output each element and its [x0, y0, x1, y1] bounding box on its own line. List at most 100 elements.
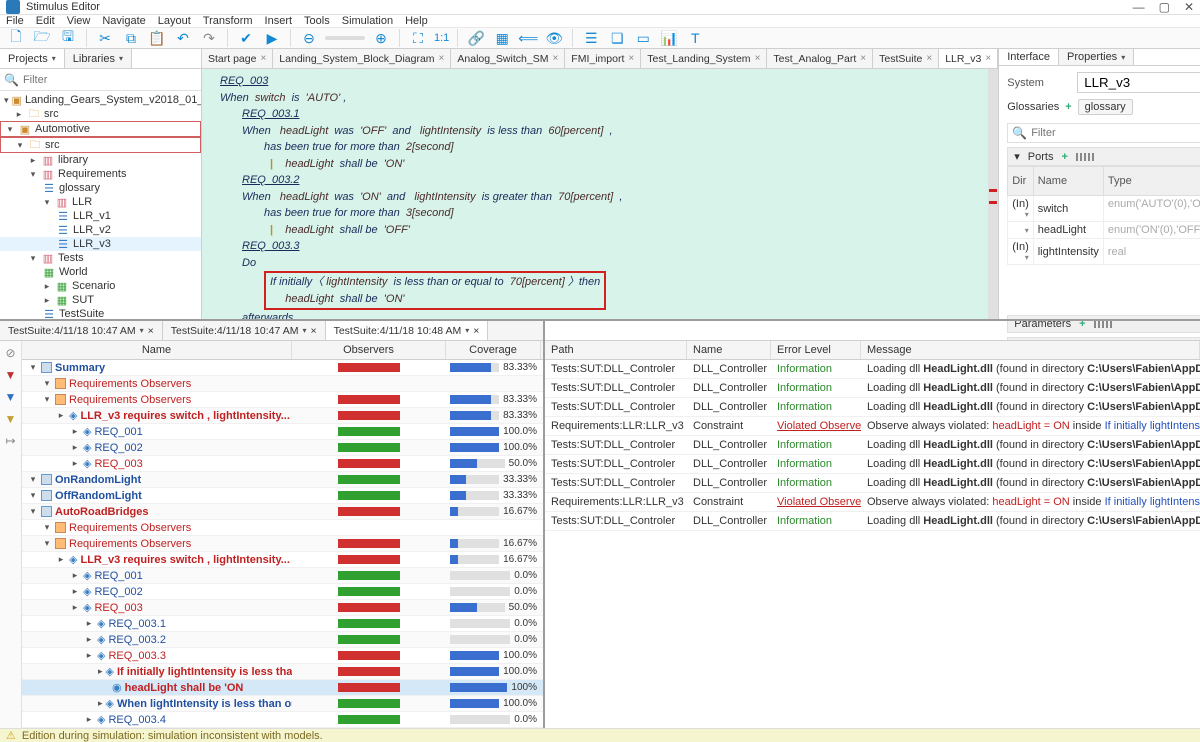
menu-insert[interactable]: Insert [265, 15, 293, 27]
results-tab-2[interactable]: TestSuite:4/11/18 10:47 AM▾× [163, 321, 326, 340]
menu-simulation[interactable]: Simulation [342, 15, 393, 27]
results-row[interactable]: ▸◈REQ_0020.0% [22, 584, 543, 600]
redo-icon[interactable]: ↷ [199, 28, 219, 48]
results-tab-3[interactable]: TestSuite:4/11/18 10:48 AM▾× [326, 321, 489, 340]
error-marker[interactable] [989, 189, 997, 192]
message-row[interactable]: Tests:SUT:DLL_ControlerDLL_ControllerInf… [545, 455, 1200, 474]
results-row[interactable]: ▸◈REQ_003.3100.0% [22, 648, 543, 664]
tree-library[interactable]: ▸▥library [0, 153, 201, 167]
ports-row[interactable]: (In)▾lightIntensityreal▾adimensional▾rea… [1008, 239, 1200, 265]
tree-llr-v2[interactable]: ☰LLR_v2 [0, 223, 201, 237]
results-row[interactable]: ▸◈LLR_v3 requires switch , lightIntensit… [22, 408, 543, 424]
results-row[interactable]: ▸◈When lightIntensity is less than or eq… [22, 696, 543, 712]
results-row[interactable]: ▾OnRandomLight33.33% [22, 472, 543, 488]
results-row[interactable]: ▸◈REQ_00350.0% [22, 456, 543, 472]
tree-root2-src[interactable]: ▾🗀src [0, 137, 201, 153]
message-row[interactable]: Tests:SUT:DLL_ControlerDLL_ControllerInf… [545, 360, 1200, 379]
tree-glossary[interactable]: ☰glossary [0, 181, 201, 195]
col-error-level[interactable]: Error Level [771, 341, 861, 359]
tab-libraries[interactable]: Libraries▾ [65, 49, 132, 68]
zoom-in-icon[interactable]: ⊕ [371, 28, 391, 48]
system-field[interactable] [1077, 72, 1200, 93]
tab-analog-switch[interactable]: Analog_Switch_SM× [451, 49, 565, 68]
ports-add-button[interactable]: + [1061, 151, 1067, 163]
save-icon[interactable]: 🖫 [58, 28, 78, 48]
close-button[interactable]: ✕ [1184, 0, 1194, 14]
cut-icon[interactable]: ✂ [95, 28, 115, 48]
results-row[interactable]: ▸◈LLR_v3 requires switch , lightIntensit… [22, 552, 543, 568]
tab-fmi-import[interactable]: FMI_import× [565, 49, 641, 68]
col-type[interactable]: Type [1103, 167, 1200, 196]
minimize-button[interactable]: — [1133, 0, 1145, 14]
format-icon[interactable]: ❏ [607, 28, 627, 48]
open-file-icon[interactable]: 🗁 [32, 28, 52, 48]
grid-icon[interactable]: ▦ [492, 28, 512, 48]
maximize-button[interactable]: ▢ [1159, 0, 1170, 14]
results-row[interactable]: ▸◈REQ_003.10.0% [22, 616, 543, 632]
tree-sut[interactable]: ▸▦SUT [0, 293, 201, 307]
col-observers[interactable]: Observers [292, 341, 446, 359]
paste-icon[interactable]: 📋 [147, 28, 167, 48]
results-row[interactable]: ▸◈If initially lightIntensity is less th… [22, 664, 543, 680]
results-row[interactable]: ▾Requirements Observers83.33% [22, 392, 543, 408]
menu-help[interactable]: Help [405, 15, 428, 27]
message-row[interactable]: Tests:SUT:DLL_ControlerDLL_ControllerInf… [545, 512, 1200, 531]
tab-start-page[interactable]: Start page× [202, 49, 273, 68]
tree-tests[interactable]: ▾▥Tests [0, 251, 201, 265]
results-row[interactable]: ▾Summary83.33% [22, 360, 543, 376]
ports-filter-input[interactable] [1031, 127, 1200, 139]
tab-landing-sys[interactable]: Landing_System_Block_Diagram× [273, 49, 451, 68]
col-path[interactable]: Path [545, 341, 687, 359]
tab-properties[interactable]: Properties▾ [1059, 49, 1134, 65]
results-row[interactable]: ▾Requirements Observers [22, 376, 543, 392]
col-dir[interactable]: Dir [1008, 167, 1034, 196]
col-name[interactable]: Name [22, 341, 292, 359]
filter-red-icon[interactable]: ▼ [3, 367, 19, 383]
list-icon[interactable]: ☰ [581, 28, 601, 48]
tree-root1-src[interactable]: ▸🗀src [0, 107, 201, 121]
results-row[interactable]: ▾AutoRoadBridges16.67% [22, 504, 543, 520]
fit-icon[interactable]: ⛶ [408, 28, 428, 48]
tab-llr-v3[interactable]: LLR_v3× [939, 49, 998, 68]
tree-scenario[interactable]: ▸▦Scenario [0, 279, 201, 293]
message-row[interactable]: Tests:SUT:DLL_ControlerDLL_ControllerInf… [545, 379, 1200, 398]
col-coverage[interactable]: Coverage [446, 341, 541, 359]
menu-transform[interactable]: Transform [203, 15, 253, 27]
ports-section-header[interactable]: ▾Ports + [1007, 147, 1200, 166]
glossaries-add[interactable]: + [1065, 101, 1071, 113]
results-row[interactable]: ▸◈REQ_002100.0% [22, 440, 543, 456]
tab-projects[interactable]: Projects▾ [0, 49, 65, 68]
zoom-out-icon[interactable]: ⊖ [299, 28, 319, 48]
eye-icon[interactable]: 👁 [544, 28, 564, 48]
col-name[interactable]: Name [687, 341, 771, 359]
tree-world[interactable]: ▦World [0, 265, 201, 279]
zoom-slider[interactable] [325, 36, 365, 40]
tree-llr-v3[interactable]: ☰LLR_v3 [0, 237, 201, 251]
tab-interface[interactable]: Interface [999, 49, 1059, 65]
zoom-ratio[interactable]: 1:1 [434, 32, 449, 44]
menu-navigate[interactable]: Navigate [102, 15, 145, 27]
tab-test-analog[interactable]: Test_Analog_Part× [767, 49, 873, 68]
clear-icon[interactable]: ⊘ [3, 345, 19, 361]
ports-row[interactable]: (In)▾switchenum('AUTO'(0),'ON'(1),'OFF'(… [1008, 196, 1200, 222]
results-row[interactable]: ▾OffRandomLight33.33% [22, 488, 543, 504]
tab-testsuite[interactable]: TestSuite× [873, 49, 939, 68]
results-row[interactable]: ▾Requirements Observers [22, 520, 543, 536]
check-icon[interactable]: ✔ [236, 28, 256, 48]
results-row[interactable]: ▾Requirements Observers16.67% [22, 536, 543, 552]
tree-requirements[interactable]: ▾▥Requirements [0, 167, 201, 181]
menu-tools[interactable]: Tools [304, 15, 330, 27]
results-row[interactable]: ▸◈REQ_003.40.0% [22, 712, 543, 728]
ports-row[interactable]: ▾headLightenum('ON'(0),'OFF'(1))▾▾OFFcon… [1008, 222, 1200, 239]
run-icon[interactable]: ▶ [262, 28, 282, 48]
filter-yellow-icon[interactable]: ▼ [3, 411, 19, 427]
back-icon[interactable]: ⟸ [518, 28, 538, 48]
tab-test-landing[interactable]: Test_Landing_System× [641, 49, 767, 68]
tree-llr[interactable]: ▾▥LLR [0, 195, 201, 209]
projects-filter-input[interactable] [23, 74, 197, 86]
message-row[interactable]: Requirements:LLR:LLR_v3ConstraintViolate… [545, 417, 1200, 436]
text-icon[interactable]: T [685, 28, 705, 48]
glossary-chip[interactable]: glossary [1078, 99, 1133, 115]
results-row[interactable]: ▸◈REQ_00350.0% [22, 600, 543, 616]
menu-layout[interactable]: Layout [158, 15, 191, 27]
